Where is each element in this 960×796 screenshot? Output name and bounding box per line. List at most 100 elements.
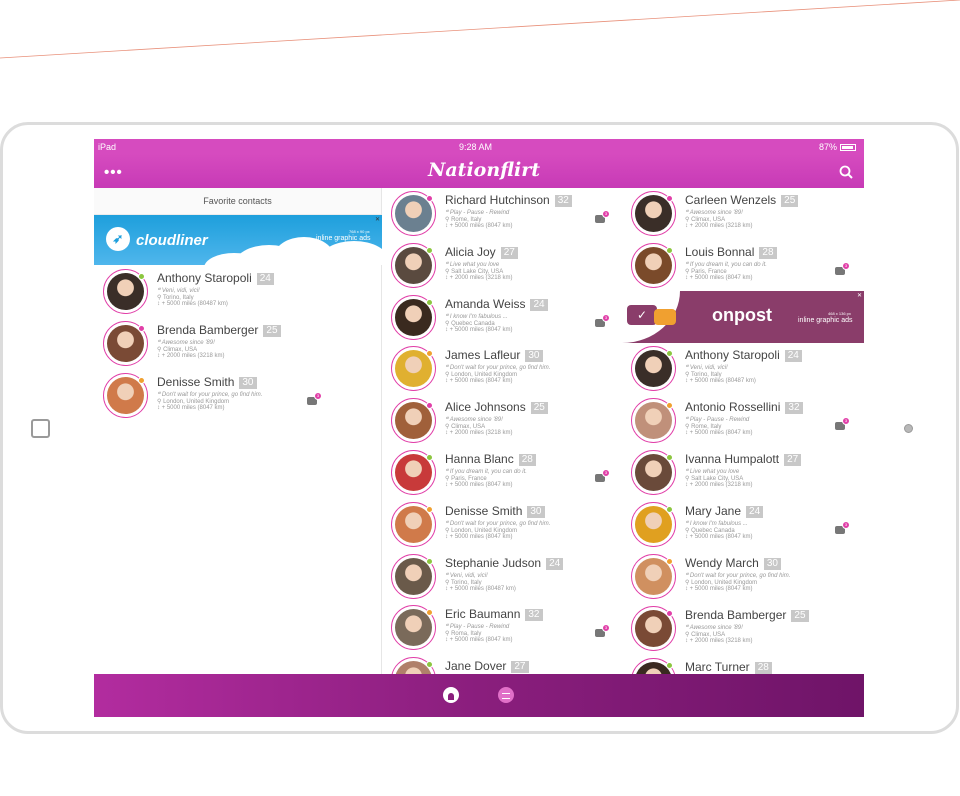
avatar[interactable] [391,294,436,340]
contact-name-text: Carleen Wenzels [685,193,777,207]
home-icon[interactable] [443,687,459,703]
avatar[interactable] [391,553,436,599]
contact-card[interactable]: Jane Dover 27 [382,654,622,674]
ad-close-icon[interactable]: ✕ [857,292,862,299]
chat-icon[interactable]: 3 [307,392,327,412]
avatar[interactable] [631,658,676,674]
decorative-line [0,0,960,59]
contact-location: ⚲ Torino, Italy [445,579,482,586]
onpost-ad[interactable]: ✓ onpost 468 x 136 px inline graphic ads… [622,291,864,343]
status-away-indicator [426,505,433,513]
contact-card[interactable]: Denisse Smith 30 ❝ Don't wait for your pri… [94,370,334,422]
home-button[interactable] [31,419,50,438]
battery-level: 87% [819,142,838,152]
contact-quote: ❝ Play - Pause - Rewind [445,624,510,631]
contact-card[interactable]: Denisse Smith 30 ❝ Don't wait for your pri… [382,499,622,551]
age-badge: 24 [546,557,564,570]
contact-quote: ❝ If you dream it, you can do it. [685,262,767,268]
avatar[interactable] [391,242,436,288]
avatar[interactable] [103,373,148,418]
contact-card[interactable]: James Lafleur 30 ❝ Don't wait for your pri… [382,343,622,395]
contact-name-text: Eric Baumann [445,607,521,622]
contact-card[interactable]: Amanda Weiss 24 ❝ I know I'm fabulous ... ⚲… [382,292,622,344]
avatar[interactable] [631,606,676,651]
age-badge: 32 [785,402,803,414]
contact-card[interactable]: Antonio Rossellini 32 ❝ Play - Pause - Rew… [622,395,862,447]
search-icon[interactable] [839,165,853,179]
contact-location: ⚲ London, United Kingdom [685,580,758,586]
avatar[interactable] [631,191,676,236]
messages-icon[interactable] [498,687,514,703]
contact-card[interactable]: Alicia Joy 27 ❝ Live what you love ⚲ Salt L… [382,240,622,292]
chat-icon[interactable]: 3 [835,262,855,282]
avatar[interactable] [391,450,436,495]
contact-quote: ❝ Awesome since '89! [685,210,743,216]
avatar[interactable] [103,321,148,366]
age-badge: 24 [530,298,548,311]
avatar[interactable] [631,243,676,288]
contact-distance: ↕ + 5000 miles (8047 km) [685,534,753,540]
chat-icon[interactable]: 3 [595,210,615,230]
cloudliner-ad[interactable]: ➶ cloudliner 768 x 90 px inline graphic … [94,215,382,265]
avatar[interactable] [391,657,436,674]
avatar[interactable] [631,554,676,599]
contact-quote: ❝ Don't wait for your prince, go find hi… [685,573,791,579]
status-busy-indicator [426,402,433,410]
avatar[interactable] [631,502,676,547]
ellipsis-icon[interactable]: ••• [104,164,123,181]
chat-icon[interactable]: 3 [835,521,855,541]
chat-icon[interactable]: 3 [595,624,615,644]
contact-location: ⚲ Roma, Italy [445,631,482,638]
avatar[interactable] [103,269,148,314]
contact-name-text: Wendy March [685,556,759,570]
chat-icon[interactable]: 3 [835,417,855,437]
contact-name: Mary Jane 24 [685,504,764,518]
battery-status: 87% [819,142,857,152]
age-badge: 24 [784,350,802,362]
avatar[interactable] [391,501,436,547]
ad-close-icon[interactable]: ✕ [375,216,380,223]
avatar[interactable] [631,346,676,391]
contact-location: ⚲ Quebec Canada [445,320,495,327]
unread-count: 3 [842,262,850,270]
avatar[interactable] [631,450,676,495]
avatar[interactable] [631,398,676,443]
contact-card[interactable]: Hanna Blanc 28 ❝ If you dream it, you can … [382,447,622,499]
contact-card[interactable]: Mary Jane 24 ❝ I know I'm fabulous ... ⚲ Qu… [622,499,862,551]
avatar[interactable] [391,346,436,392]
age-badge: 30 [525,350,543,363]
age-badge: 28 [518,454,536,466]
rocket-icon: ➶ [106,227,130,251]
contact-card[interactable]: Richard Hutchinson 32 ❝ Play - Pause - Rew… [382,188,622,240]
contact-card[interactable]: Brenda Bamberger 25 ❝ Awesome since '89! ⚲ … [94,318,334,370]
chat-icon[interactable]: 3 [595,313,615,334]
contact-card[interactable]: Anthony Staropoli 24 ❝ Veni, vidi, vici! ⚲ … [94,266,334,318]
contact-card[interactable]: Eric Baumann 32 ❝ Play - Pause - Rewind ⚲ R… [382,602,622,654]
contact-name: Carleen Wenzels 25 [685,193,799,207]
contact-distance: ↕ + 5000 miles (8047 km) [685,586,753,592]
contact-location: ⚲ Salt Lake City, USA [685,476,744,482]
contact-card[interactable]: Wendy March 30 ❝ Don't wait for your princ… [622,551,862,603]
status-online-indicator [666,506,673,513]
contact-name-text: Hanna Blanc [445,452,514,466]
status-online-indicator [666,350,673,357]
contact-card[interactable]: Ivanna Humpalott 27 ❝ Live what you love ⚲ … [622,447,862,499]
contact-card[interactable]: Marc Turner 28 [622,655,862,674]
unread-count: 3 [602,210,610,218]
contact-location: ⚲ London, United Kingdom [445,372,518,379]
contact-name: James Lafleur 30 [445,348,543,363]
chat-icon[interactable]: 3 [595,469,615,489]
contact-card[interactable]: Louis Bonnal 28 ❝ If you dream it, you can… [622,240,862,292]
avatar[interactable] [391,605,436,651]
status-online-indicator [666,454,673,461]
contact-card[interactable]: Carleen Wenzels 25 ❝ Awesome since '89! ⚲ C… [622,188,862,240]
avatar[interactable] [391,191,436,236]
avatar[interactable] [391,398,436,444]
contact-name-text: Denisse Smith [445,503,523,518]
contact-card[interactable]: Brenda Bamberger 25 ❝ Awesome since '89! ⚲ … [622,603,862,655]
contact-card[interactable]: Stephanie Judson 24 ❝ Veni, vidi, vici! ⚲ T… [382,551,622,603]
contact-distance: ↕ + 5000 miles (80487 km) [157,301,228,307]
contact-card[interactable]: Alice Johnsons 25 ❝ Awesome since '89! ⚲ Cl… [382,395,622,447]
contact-card[interactable]: Anthony Staropoli 24 ❝ Veni, vidi, vici! ⚲ … [622,343,862,395]
contact-location: ⚲ Rome, Italy [685,424,722,430]
